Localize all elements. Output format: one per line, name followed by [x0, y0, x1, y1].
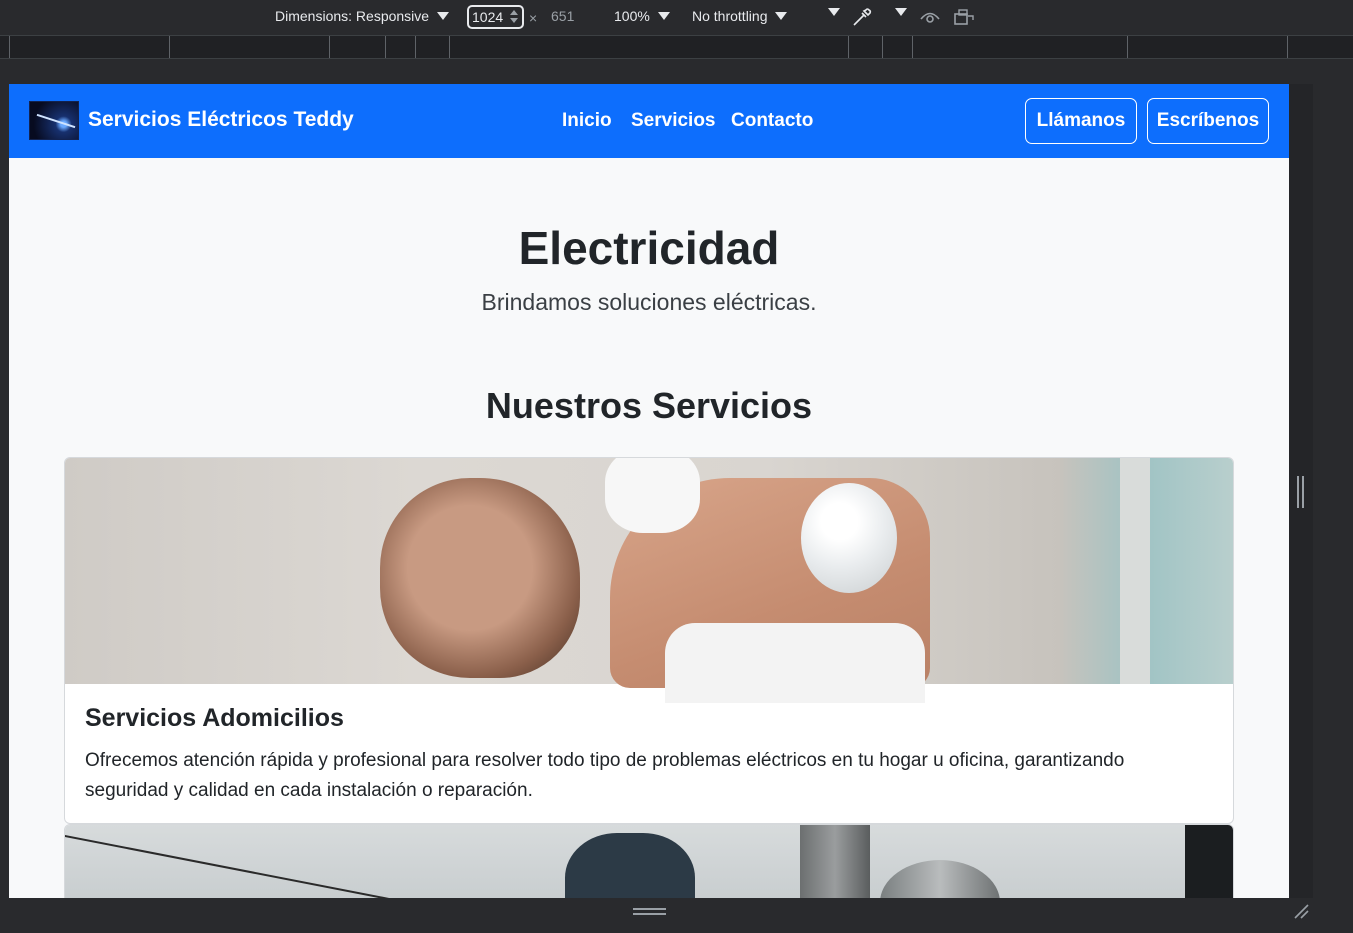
call-button[interactable]: Llámanos [1025, 98, 1137, 144]
brand-logo[interactable] [29, 101, 79, 140]
ruler-tick[interactable] [882, 36, 883, 58]
throttling-dropdown[interactable]: No throttling [692, 8, 788, 24]
ruler-tick[interactable] [385, 36, 386, 58]
light-bulb-shape [801, 483, 897, 593]
hero-subtitle: Brindamos soluciones eléctricas. [481, 289, 817, 315]
times-sign: × [529, 10, 538, 26]
chevron-down-icon [437, 12, 450, 20]
head-shape [380, 478, 580, 678]
ruler-tick[interactable] [848, 36, 849, 58]
chevron-down-icon [895, 8, 907, 16]
service-card-2 [64, 824, 1234, 898]
glove-shape [605, 458, 700, 533]
ruler-tick[interactable] [415, 36, 416, 58]
write-button[interactable]: Escríbenos [1147, 98, 1269, 144]
more-options-dropdown[interactable] [820, 8, 840, 16]
resize-handle-right[interactable] [1297, 476, 1304, 508]
service-card-home: Servicios Adomicilios Ofrecemos atención… [64, 457, 1234, 824]
window-frame-shape [1120, 458, 1150, 684]
eye-icon[interactable] [919, 8, 941, 26]
shirt-shape [665, 623, 925, 703]
pole-shape [800, 825, 870, 898]
dimensions-dropdown[interactable]: Dimensions: Responsive [275, 8, 450, 24]
media-query-ruler [0, 35, 1353, 59]
height-input[interactable]: 651 [551, 8, 574, 24]
lineman-pole-image [65, 825, 1233, 898]
spinner-icon[interactable] [510, 10, 518, 24]
navbar: Servicios Eléctricos Teddy Inicio Servic… [9, 84, 1289, 158]
brand-name[interactable]: Servicios Eléctricos Teddy [88, 108, 354, 132]
services-heading: Nuestros Servicios [485, 385, 813, 426]
width-value: 1024 [472, 9, 504, 25]
chevron-down-icon [657, 12, 670, 20]
dark-area-shape [1185, 825, 1233, 898]
rotate-icon[interactable] [953, 8, 975, 26]
chevron-down-icon [828, 8, 840, 16]
devtools-device-toolbar: Dimensions: Responsive 1024 × 651 100% N… [0, 0, 1353, 35]
electrician-bulb-image [65, 458, 1233, 703]
zoom-dropdown[interactable]: 100% [614, 8, 670, 24]
worker-shape [565, 833, 695, 898]
ruler-tick[interactable] [169, 36, 170, 58]
bottom-resize-gutter [0, 898, 1353, 933]
transformer-shape [880, 860, 1000, 898]
nav-link-inicio[interactable]: Inicio [562, 110, 612, 132]
cable-shape [65, 835, 478, 898]
zoom-value: 100% [614, 8, 650, 24]
ruler-tick[interactable] [9, 36, 10, 58]
nav-link-servicios[interactable]: Servicios [631, 110, 716, 132]
width-input[interactable]: 1024 [467, 5, 524, 29]
chevron-down-icon [775, 12, 788, 20]
ruler-tick[interactable] [1127, 36, 1128, 58]
hero-title: Electricidad [518, 222, 780, 274]
ruler-tick[interactable] [1287, 36, 1288, 58]
resize-corner-icon[interactable] [1293, 903, 1309, 919]
vision-dropdown[interactable] [887, 8, 907, 16]
card-text: Ofrecemos atención rápida y profesional … [85, 750, 1125, 801]
card-title: Servicios Adomicilios [85, 704, 344, 732]
ruler-tick[interactable] [912, 36, 913, 58]
dimensions-label: Dimensions: Responsive [275, 8, 430, 24]
ruler-tick[interactable] [329, 36, 330, 58]
ruler-tick[interactable] [449, 36, 450, 58]
nav-link-contacto[interactable]: Contacto [731, 110, 813, 132]
eyedropper-icon[interactable] [851, 6, 873, 28]
throttling-value: No throttling [692, 8, 768, 24]
resize-handle-bottom[interactable] [633, 908, 666, 915]
emulated-viewport: Servicios Eléctricos Teddy Inicio Servic… [9, 84, 1289, 898]
